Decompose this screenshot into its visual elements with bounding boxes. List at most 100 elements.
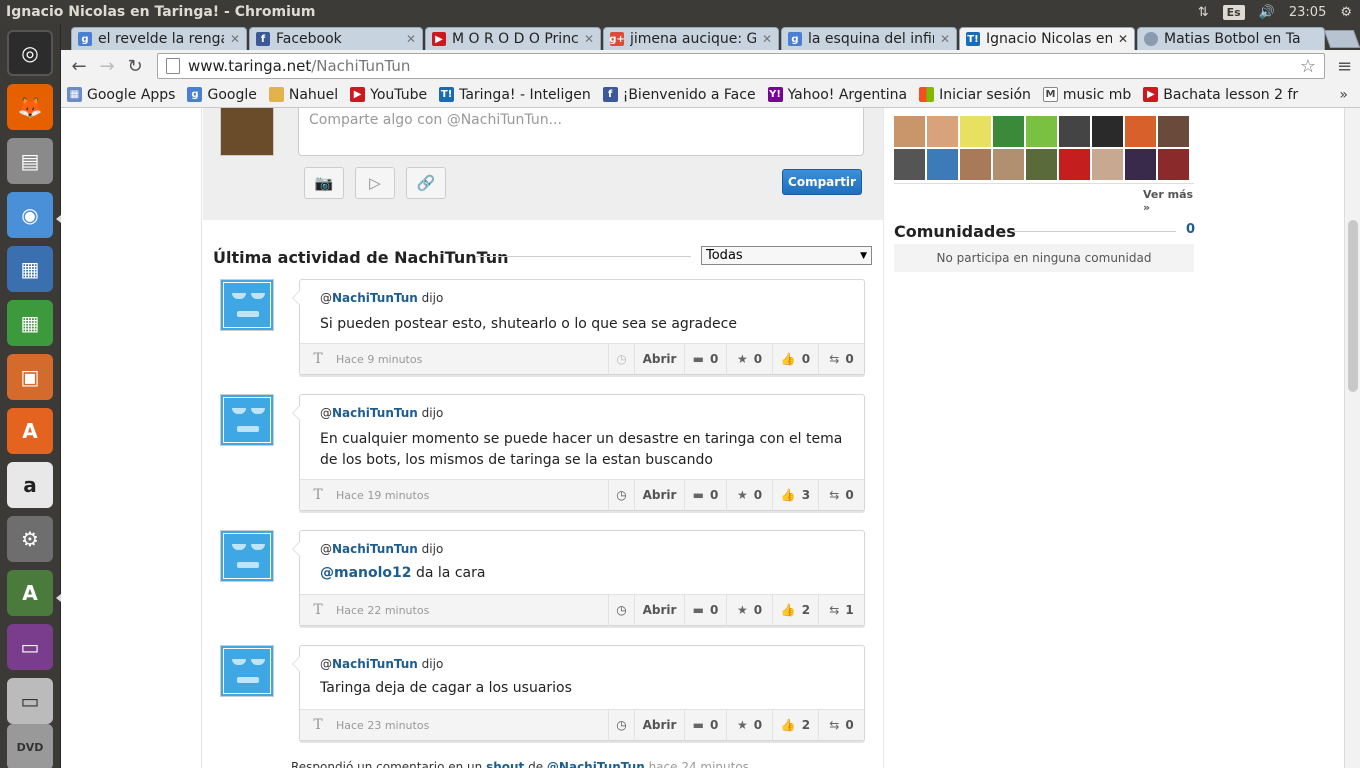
follower-avatar[interactable]	[1059, 149, 1090, 180]
reshare-button[interactable]: ⇆ 0	[818, 343, 864, 375]
follower-avatar[interactable]	[894, 149, 925, 180]
shout-link[interactable]: shout	[486, 760, 524, 768]
user-link[interactable]: NachiTunTun	[332, 406, 418, 420]
menu-icon[interactable]: ≡	[1337, 56, 1352, 77]
open-button[interactable]: Abrir	[634, 343, 684, 375]
follower-avatar[interactable]	[1092, 116, 1123, 147]
follower-avatar[interactable]	[960, 149, 991, 180]
follower-avatar[interactable]	[993, 116, 1024, 147]
like-button[interactable]: 👍 0	[772, 343, 818, 375]
mention-link[interactable]: @manolo12	[320, 565, 412, 581]
follower-avatar[interactable]	[960, 116, 991, 147]
reshare-button[interactable]: ⇆ 0	[818, 709, 864, 741]
bookmark-item[interactable]: ▶ YouTube	[350, 87, 427, 103]
favorite-button[interactable]: ★ 0	[726, 594, 772, 626]
tab[interactable]: Matias Botbol en Ta	[1137, 27, 1325, 50]
tab[interactable]: g la esquina del infinit ✕	[781, 27, 957, 50]
avatar[interactable]	[220, 530, 274, 582]
clock[interactable]: 23:05	[1289, 5, 1326, 20]
close-icon[interactable]: ✕	[406, 32, 416, 46]
close-icon[interactable]: ✕	[762, 32, 772, 46]
favorite-button[interactable]: ★ 0	[726, 343, 772, 375]
comments-button[interactable]: ▬ 0	[684, 479, 726, 511]
link-icon[interactable]: 🔗	[406, 167, 446, 199]
chevron-right-icon[interactable]: »	[1339, 87, 1348, 103]
new-tab-button[interactable]	[1323, 30, 1360, 48]
amazon-icon[interactable]: a	[7, 462, 53, 508]
scrollbar[interactable]	[1344, 108, 1360, 768]
comments-button[interactable]: ▬ 0	[684, 594, 726, 626]
like-button[interactable]: 👍 3	[772, 479, 818, 511]
follower-avatar[interactable]	[1158, 116, 1189, 147]
share-button[interactable]: Compartir	[782, 169, 862, 195]
follower-avatar[interactable]	[1026, 149, 1057, 180]
user-link[interactable]: @NachiTunTun	[547, 760, 645, 768]
like-button[interactable]: 👍 2	[772, 594, 818, 626]
bookmark-item[interactable]: g Google	[187, 87, 257, 103]
favorite-button[interactable]: ★ 0	[726, 709, 772, 741]
calc-icon[interactable]: ▦	[7, 300, 53, 346]
ubuntu-dash-icon[interactable]: ◎	[7, 30, 53, 76]
close-icon[interactable]: ✕	[584, 32, 594, 46]
bookmark-item[interactable]: Iniciar sesión	[919, 87, 1031, 103]
follower-avatar[interactable]	[927, 116, 958, 147]
comments-button[interactable]: ▬ 0	[684, 709, 726, 741]
bookmark-item[interactable]: Y! Yahoo! Argentina	[767, 87, 907, 103]
camera-icon[interactable]: 📷	[304, 167, 344, 199]
open-button[interactable]: Abrir	[634, 594, 684, 626]
user-link[interactable]: NachiTunTun	[332, 291, 418, 305]
follower-avatar[interactable]	[1059, 116, 1090, 147]
follower-avatar[interactable]	[1092, 149, 1123, 180]
tab[interactable]: ▶ M O R O D O Prince ✕	[425, 27, 601, 50]
user-link[interactable]: NachiTunTun	[332, 657, 418, 671]
shout-input[interactable]: Comparte algo con @NachiTunTun...	[298, 108, 864, 156]
drive-icon[interactable]: ▭	[7, 678, 53, 724]
video-play-icon[interactable]: ▷	[355, 167, 395, 199]
software-center-icon[interactable]: A	[7, 408, 53, 454]
reshare-button[interactable]: ⇆ 1	[818, 594, 864, 626]
tab-active[interactable]: T! Ignacio Nicolas en T ✕	[959, 27, 1135, 50]
chromium-icon[interactable]: ◉	[7, 192, 53, 238]
close-icon[interactable]: ✕	[1118, 32, 1128, 46]
close-icon[interactable]: ✕	[230, 32, 240, 46]
follower-avatar[interactable]	[1026, 116, 1057, 147]
impress-icon[interactable]: ▣	[7, 354, 53, 400]
keyboard-layout-indicator[interactable]: Es	[1222, 4, 1245, 20]
workspace-switcher-icon[interactable]: ▭	[7, 624, 53, 670]
activity-filter-select[interactable]: Todas ▼	[701, 246, 872, 265]
writer-icon[interactable]: ▦	[7, 246, 53, 292]
bookmark-item[interactable]: Mmusic mb	[1042, 87, 1131, 103]
bookmark-folder[interactable]: Nahuel	[268, 87, 338, 103]
follower-avatar[interactable]	[1158, 149, 1189, 180]
files-icon[interactable]: ▤	[7, 138, 53, 184]
firefox-icon[interactable]: 🦊	[7, 84, 53, 130]
close-icon[interactable]: ✕	[940, 32, 950, 46]
bookmark-item[interactable]: ▦ Google Apps	[67, 87, 175, 103]
bookmark-item[interactable]: T! Taringa! - Inteligen	[439, 87, 591, 103]
reload-icon[interactable]: ↻	[121, 56, 149, 77]
favorite-button[interactable]: ★ 0	[726, 479, 772, 511]
network-icon[interactable]: ⇅	[1198, 5, 1209, 20]
reshare-button[interactable]: ⇆ 0	[818, 479, 864, 511]
see-more-link[interactable]: Ver más »	[1143, 188, 1203, 214]
scrollbar-thumb[interactable]	[1348, 220, 1358, 392]
follower-avatar[interactable]	[927, 149, 958, 180]
avatar[interactable]	[220, 645, 274, 697]
comments-button[interactable]: ▬ 0	[684, 343, 726, 375]
address-bar[interactable]: www.taringa.net/NachiTunTun ☆	[157, 53, 1325, 79]
system-settings-icon[interactable]: ⚙	[7, 516, 53, 562]
open-button[interactable]: Abrir	[634, 479, 684, 511]
back-arrow-icon[interactable]: ←	[65, 56, 93, 77]
avatar[interactable]	[220, 279, 274, 331]
settings-gear-icon[interactable]: ⚙	[1340, 5, 1352, 20]
volume-icon[interactable]: 🔊	[1259, 5, 1275, 20]
follower-avatar[interactable]	[1125, 149, 1156, 180]
bookmark-item[interactable]: f ¡Bienvenido a Face	[602, 87, 756, 103]
dvd-icon[interactable]: DVD	[7, 724, 53, 768]
tab[interactable]: g+ jimena aucique: Goo ✕	[603, 27, 779, 50]
tab[interactable]: g el revelde la renga c ✕	[71, 27, 247, 50]
bookmark-star-icon[interactable]: ☆	[1300, 56, 1316, 77]
tab[interactable]: f Facebook ✕	[249, 27, 423, 50]
user-link[interactable]: NachiTunTun	[332, 542, 418, 556]
communities-count[interactable]: 0	[1186, 222, 1195, 237]
